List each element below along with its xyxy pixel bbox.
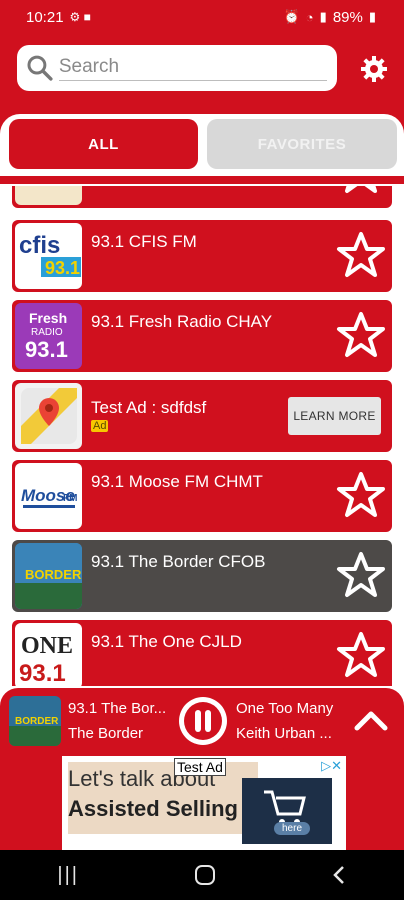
station-row[interactable]: ONE 93.1 93.1 The One CJLD <box>12 620 392 686</box>
tab-favorites[interactable]: FAVORITES <box>207 119 397 169</box>
ad-row[interactable]: Test Ad : sdfdsf Ad LEARN MORE <box>12 380 392 452</box>
station-logo: Fresh RADIO 93.1 <box>15 303 82 369</box>
now-playing-song: One Too Many <box>236 700 334 717</box>
station-list[interactable]: cfis 93.1 93.1 CFIS FM Fresh RADIO 93.1 … <box>0 186 404 686</box>
search-input[interactable]: Search <box>58 56 327 81</box>
station-logo: Moose FM <box>15 463 82 529</box>
svg-text:93.1: 93.1 <box>45 258 80 278</box>
wifi-icon: ◔ <box>305 9 314 25</box>
favorite-star-icon[interactable] <box>336 470 386 520</box>
test-ad-label: Test Ad <box>174 758 226 776</box>
station-row-partial[interactable] <box>12 186 392 208</box>
station-row[interactable]: Fresh RADIO 93.1 93.1 Fresh Radio CHAY <box>12 300 392 372</box>
maps-app-icon <box>15 383 82 449</box>
tab-all[interactable]: ALL <box>9 119 198 169</box>
svg-text:BORDER: BORDER <box>25 567 82 582</box>
battery-text: 89% <box>332 8 363 26</box>
status-bar: 10:21 ⚙ ■ ⏰ ◔ ▮ 89% ▮ <box>0 0 404 34</box>
ad-title: Test Ad : sdfdsf <box>91 398 207 417</box>
favorite-star-icon[interactable] <box>336 230 386 280</box>
ad-badge: Ad <box>91 420 109 432</box>
svg-text:93.1: 93.1 <box>25 337 68 362</box>
station-logo: cfis 93.1 <box>15 223 82 289</box>
favorite-star-icon[interactable] <box>336 310 386 360</box>
station-row[interactable]: Moose FM 93.1 Moose FM CHMT <box>12 460 392 532</box>
station-logo: ONE 93.1 <box>15 623 82 686</box>
now-playing-bar[interactable]: BORDER 93.1 The Bor... The Border One To… <box>0 688 404 754</box>
favorite-star-icon[interactable] <box>336 186 386 196</box>
now-playing-artist: Keith Urban ... <box>236 725 332 742</box>
station-name: 93.1 Fresh Radio CHAY <box>91 312 273 331</box>
header: Search ALL FAVORITES <box>0 34 404 184</box>
station-row[interactable]: cfis 93.1 93.1 CFIS FM <box>12 220 392 292</box>
status-time: 10:21 <box>26 8 64 26</box>
svg-text:ONE: ONE <box>21 633 73 659</box>
back-icon[interactable] <box>331 864 347 886</box>
system-nav-bar: ||| <box>0 850 404 900</box>
notification-icons: ⚙ ■ <box>69 10 91 24</box>
station-row-selected[interactable]: BORDER 93.1 The Border CFOB <box>12 540 392 612</box>
chevron-up-icon[interactable] <box>353 708 389 732</box>
station-logo <box>15 186 82 205</box>
battery-icon: ▮ <box>368 9 376 24</box>
station-logo: BORDER <box>15 543 82 609</box>
recent-apps-icon[interactable]: ||| <box>57 864 79 887</box>
alarm-icon: ⏰ <box>283 9 300 24</box>
search-icon <box>27 55 53 81</box>
banner-cta[interactable]: here <box>274 822 311 835</box>
now-playing-logo: BORDER <box>9 696 61 746</box>
now-playing-station: 93.1 The Bor... <box>68 700 167 717</box>
station-name: 93.1 CFIS FM <box>91 232 197 251</box>
now-playing-station-sub: The Border <box>68 725 144 742</box>
svg-text:cfis: cfis <box>19 232 60 259</box>
svg-text:FM: FM <box>63 493 77 504</box>
signal-icon: ▮ <box>319 9 327 24</box>
banner-line2: Assisted Selling <box>68 796 238 821</box>
tab-bar: ALL FAVORITES <box>0 114 404 178</box>
svg-text:Fresh: Fresh <box>29 310 67 326</box>
learn-more-button[interactable]: LEARN MORE <box>288 397 381 435</box>
pause-icon[interactable] <box>177 695 229 747</box>
station-name: 93.1 The One CJLD <box>91 632 242 651</box>
station-name: 93.1 The Border CFOB <box>91 552 266 571</box>
svg-text:BORDER: BORDER <box>15 716 59 727</box>
adchoices-icon[interactable]: ▷✕ <box>321 758 342 774</box>
favorite-star-icon[interactable] <box>336 550 386 600</box>
gear-icon[interactable] <box>360 55 388 83</box>
home-icon[interactable] <box>194 864 216 886</box>
favorite-star-icon[interactable] <box>336 630 386 680</box>
search-bar[interactable]: Search <box>17 45 337 91</box>
station-name: 93.1 Moose FM CHMT <box>91 472 263 491</box>
svg-text:93.1: 93.1 <box>19 660 66 686</box>
